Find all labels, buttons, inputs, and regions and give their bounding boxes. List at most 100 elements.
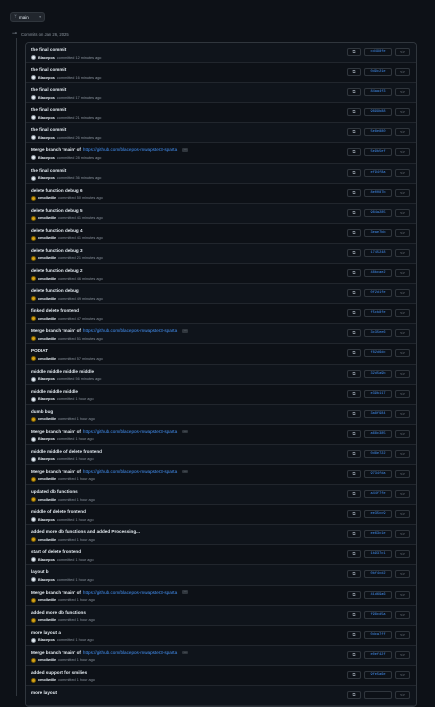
commit-title-link[interactable]: the final commit bbox=[31, 47, 66, 52]
code-icon[interactable]: <> bbox=[395, 550, 410, 559]
commit-sha-button[interactable]: ee63c1e bbox=[364, 530, 392, 539]
copy-icon[interactable]: ⧉ bbox=[347, 289, 361, 298]
commit-title-link[interactable]: delete function debug bbox=[31, 288, 79, 293]
avatar[interactable] bbox=[31, 617, 36, 623]
copy-icon[interactable]: ⧉ bbox=[347, 530, 361, 539]
commit-title-link[interactable]: delete function debug 3 bbox=[31, 248, 83, 253]
copy-icon[interactable]: ⧉ bbox=[347, 670, 361, 679]
commit-sha-button[interactable]: 9899b88 bbox=[364, 108, 392, 117]
author-link[interactable]: cmollwille bbox=[38, 297, 56, 301]
author-link[interactable]: cmollwille bbox=[38, 277, 56, 281]
copy-icon[interactable]: ⧉ bbox=[347, 550, 361, 559]
author-link[interactable]: Blacepos bbox=[38, 578, 55, 582]
commit-sha-button[interactable]: 5e8e880 bbox=[364, 128, 392, 137]
commit-sha-button[interactable]: 8e0087b bbox=[364, 188, 392, 197]
ellipsis-icon[interactable]: … bbox=[182, 650, 189, 655]
avatar[interactable] bbox=[31, 75, 36, 81]
commit-title-link[interactable]: layout b bbox=[31, 569, 49, 574]
commit-sha-button[interactable]: ef94f8a bbox=[364, 168, 392, 177]
commit-title-link[interactable]: more layout bbox=[31, 690, 57, 695]
commit-title-link[interactable]: middle of delete frontend bbox=[31, 509, 86, 514]
copy-icon[interactable]: ⧉ bbox=[347, 148, 361, 157]
merge-source-link[interactable]: https://github.com/blacepos-mwapster3-sp… bbox=[83, 328, 177, 333]
copy-icon[interactable]: ⧉ bbox=[347, 309, 361, 318]
commit-sha-button[interactable] bbox=[364, 691, 392, 699]
avatar[interactable] bbox=[31, 537, 36, 543]
commit-title-link[interactable]: the final commit bbox=[31, 107, 66, 112]
avatar[interactable] bbox=[31, 336, 36, 342]
branch-selector-button[interactable]: ᛘ main ▾ bbox=[10, 12, 45, 22]
copy-icon[interactable]: ⧉ bbox=[347, 108, 361, 117]
copy-icon[interactable]: ⧉ bbox=[347, 469, 361, 478]
commit-title-link[interactable]: the final commit bbox=[31, 127, 66, 132]
author-link[interactable]: cmollwille bbox=[38, 498, 56, 502]
commit-sha-button[interactable]: a44f7fe bbox=[364, 490, 392, 499]
ellipsis-icon[interactable]: … bbox=[182, 469, 189, 474]
commit-sha-button[interactable]: e39b117 bbox=[364, 389, 392, 398]
commit-sha-button[interactable]: f5cb8fe bbox=[364, 309, 392, 318]
commit-title-link[interactable]: Merge branch 'main' of bbox=[31, 469, 81, 474]
code-icon[interactable]: <> bbox=[395, 429, 410, 438]
author-link[interactable]: cmollwille bbox=[38, 538, 56, 542]
copy-icon[interactable]: ⧉ bbox=[347, 590, 361, 599]
commit-sha-button[interactable]: 984a285 bbox=[364, 208, 392, 217]
copy-icon[interactable]: ⧉ bbox=[347, 128, 361, 137]
commit-sha-button[interactable]: 1b937c1 bbox=[364, 550, 392, 559]
code-icon[interactable]: <> bbox=[395, 449, 410, 458]
copy-icon[interactable]: ⧉ bbox=[347, 429, 361, 438]
code-icon[interactable]: <> bbox=[395, 128, 410, 137]
commit-sha-button[interactable]: 0dca7ff bbox=[364, 630, 392, 639]
commit-sha-button[interactable]: 1745248 bbox=[364, 248, 392, 257]
commit-title-link[interactable]: added more db functions bbox=[31, 610, 86, 615]
copy-icon[interactable]: ⧉ bbox=[347, 329, 361, 338]
commit-title-link[interactable]: Merge branch 'main' of bbox=[31, 650, 81, 655]
code-icon[interactable]: <> bbox=[395, 469, 410, 478]
author-link[interactable]: cmollwille bbox=[38, 357, 56, 361]
avatar[interactable] bbox=[31, 577, 36, 583]
code-icon[interactable]: <> bbox=[395, 630, 410, 639]
commit-title-link[interactable]: more layout a bbox=[31, 630, 61, 635]
commit-sha-button[interactable]: 32d5a9b bbox=[364, 369, 392, 378]
avatar[interactable] bbox=[31, 276, 36, 282]
commit-title-link[interactable]: Merge branch 'main' of bbox=[31, 429, 81, 434]
code-icon[interactable]: <> bbox=[395, 530, 410, 539]
avatar[interactable] bbox=[31, 215, 36, 221]
code-icon[interactable]: <> bbox=[395, 329, 410, 338]
author-link[interactable]: Blacepos bbox=[38, 56, 55, 60]
author-link[interactable]: cmollwille bbox=[38, 337, 56, 341]
copy-icon[interactable]: ⧉ bbox=[347, 188, 361, 197]
copy-icon[interactable]: ⧉ bbox=[347, 48, 361, 56]
commit-sha-button[interactable]: 48bcae2 bbox=[364, 269, 392, 278]
commit-sha-button[interactable]: 0bf4cd2 bbox=[364, 570, 392, 579]
commit-title-link[interactable]: updated db functions bbox=[31, 489, 78, 494]
commit-title-link[interactable]: middle middle middle bbox=[31, 389, 78, 394]
code-icon[interactable]: <> bbox=[395, 590, 410, 599]
code-icon[interactable]: <> bbox=[395, 269, 410, 278]
avatar[interactable] bbox=[31, 55, 36, 60]
commit-title-link[interactable]: finked delete frontend bbox=[31, 308, 79, 313]
merge-source-link[interactable]: https://github.com/blacepos-mwapster3-sp… bbox=[83, 469, 177, 474]
commit-title-link[interactable]: the final commit bbox=[31, 87, 66, 92]
commit-title-link[interactable]: delete function debug 5 bbox=[31, 208, 83, 213]
commit-title-link[interactable]: middle middle middle middle bbox=[31, 369, 94, 374]
avatar[interactable] bbox=[31, 456, 36, 462]
code-icon[interactable]: <> bbox=[395, 289, 410, 298]
author-link[interactable]: Blacepos bbox=[38, 457, 55, 461]
copy-icon[interactable]: ⧉ bbox=[347, 510, 361, 519]
author-link[interactable]: cmollwille bbox=[38, 196, 56, 200]
ellipsis-icon[interactable]: … bbox=[182, 148, 189, 152]
commit-sha-button[interactable]: 0d9c21e bbox=[364, 68, 392, 77]
avatar[interactable] bbox=[31, 195, 36, 201]
commit-title-link[interactable]: dumb bug bbox=[31, 409, 53, 414]
commit-sha-button[interactable]: e0ef42f bbox=[364, 650, 392, 659]
avatar[interactable] bbox=[31, 597, 36, 603]
copy-icon[interactable]: ⧉ bbox=[347, 88, 361, 97]
code-icon[interactable]: <> bbox=[395, 309, 410, 318]
author-link[interactable]: cmollwille bbox=[38, 678, 56, 682]
avatar[interactable] bbox=[31, 517, 36, 523]
avatar[interactable] bbox=[31, 677, 36, 683]
author-link[interactable]: cmollwille bbox=[38, 216, 56, 220]
code-icon[interactable]: <> bbox=[395, 168, 410, 177]
copy-icon[interactable]: ⧉ bbox=[347, 490, 361, 499]
code-icon[interactable]: <> bbox=[395, 670, 410, 679]
